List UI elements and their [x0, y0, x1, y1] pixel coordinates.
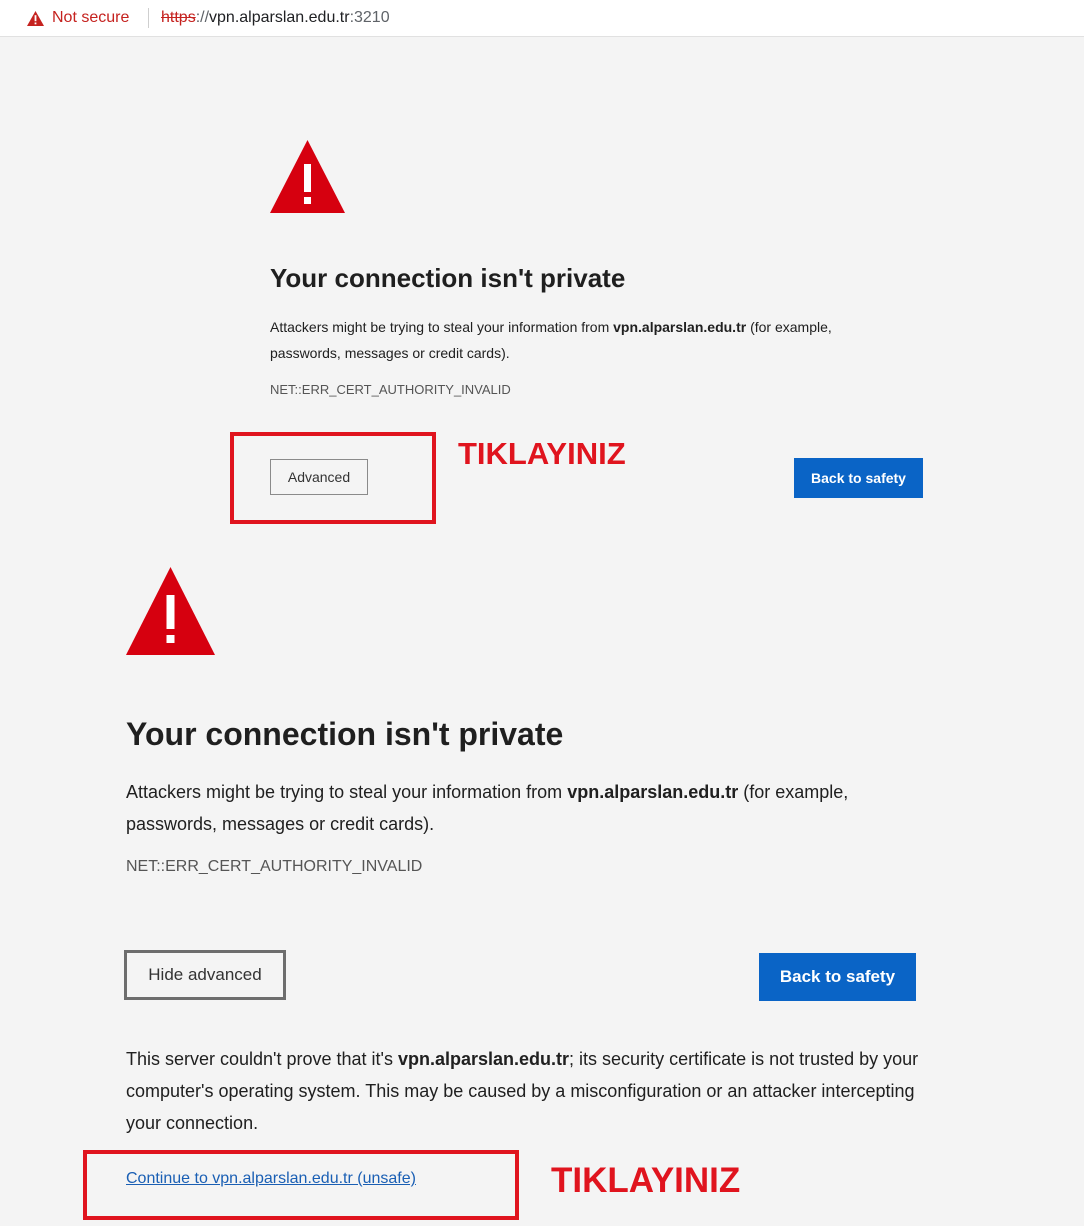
annotation-label: TIKLAYINIZ [458, 436, 626, 471]
address-divider [148, 8, 149, 28]
annotation-highlight-box [83, 1150, 519, 1220]
security-indicator[interactable]: Not secure [27, 9, 129, 27]
page-title: Your connection isn't private [126, 716, 564, 752]
url-port: :3210 [349, 9, 390, 26]
annotation-highlight-box [230, 432, 436, 524]
security-text: Not secure [52, 9, 130, 26]
warning-triangle-icon [126, 567, 215, 655]
back-to-safety-button[interactable]: Back to safety [759, 953, 916, 1001]
warning-triangle-icon [270, 140, 345, 213]
details-prefix: This server couldn't prove that it's [126, 1049, 398, 1069]
annotation-label: TIKLAYINIZ [551, 1161, 741, 1200]
hide-advanced-button[interactable]: Hide advanced [124, 950, 286, 1000]
warning-message: Attackers might be trying to steal your … [126, 776, 916, 840]
details-domain: vpn.alparslan.edu.tr [398, 1049, 570, 1069]
message-prefix: Attackers might be trying to steal your … [126, 782, 568, 802]
warning-message: Attackers might be trying to steal your … [270, 314, 900, 366]
url-host: vpn.alparslan.edu.tr [209, 9, 350, 26]
address-bar: Not secure https://vpn.alparslan.edu.tr:… [0, 0, 1084, 37]
message-domain: vpn.alparslan.edu.tr [567, 782, 739, 802]
url-field[interactable]: https://vpn.alparslan.edu.tr:3210 [161, 9, 390, 27]
url-scheme: https [161, 9, 196, 26]
page-title: Your connection isn't private [270, 263, 626, 293]
message-domain: vpn.alparslan.edu.tr [613, 319, 747, 335]
url-separator: :// [195, 9, 210, 26]
back-to-safety-button[interactable]: Back to safety [794, 458, 923, 498]
error-code: NET::ERR_CERT_AUTHORITY_INVALID [270, 382, 511, 397]
error-code: NET::ERR_CERT_AUTHORITY_INVALID [126, 858, 423, 875]
advanced-details: This server couldn't prove that it's vpn… [126, 1043, 926, 1139]
warning-triangle-icon [27, 10, 44, 26]
message-prefix: Attackers might be trying to steal your … [270, 319, 614, 335]
